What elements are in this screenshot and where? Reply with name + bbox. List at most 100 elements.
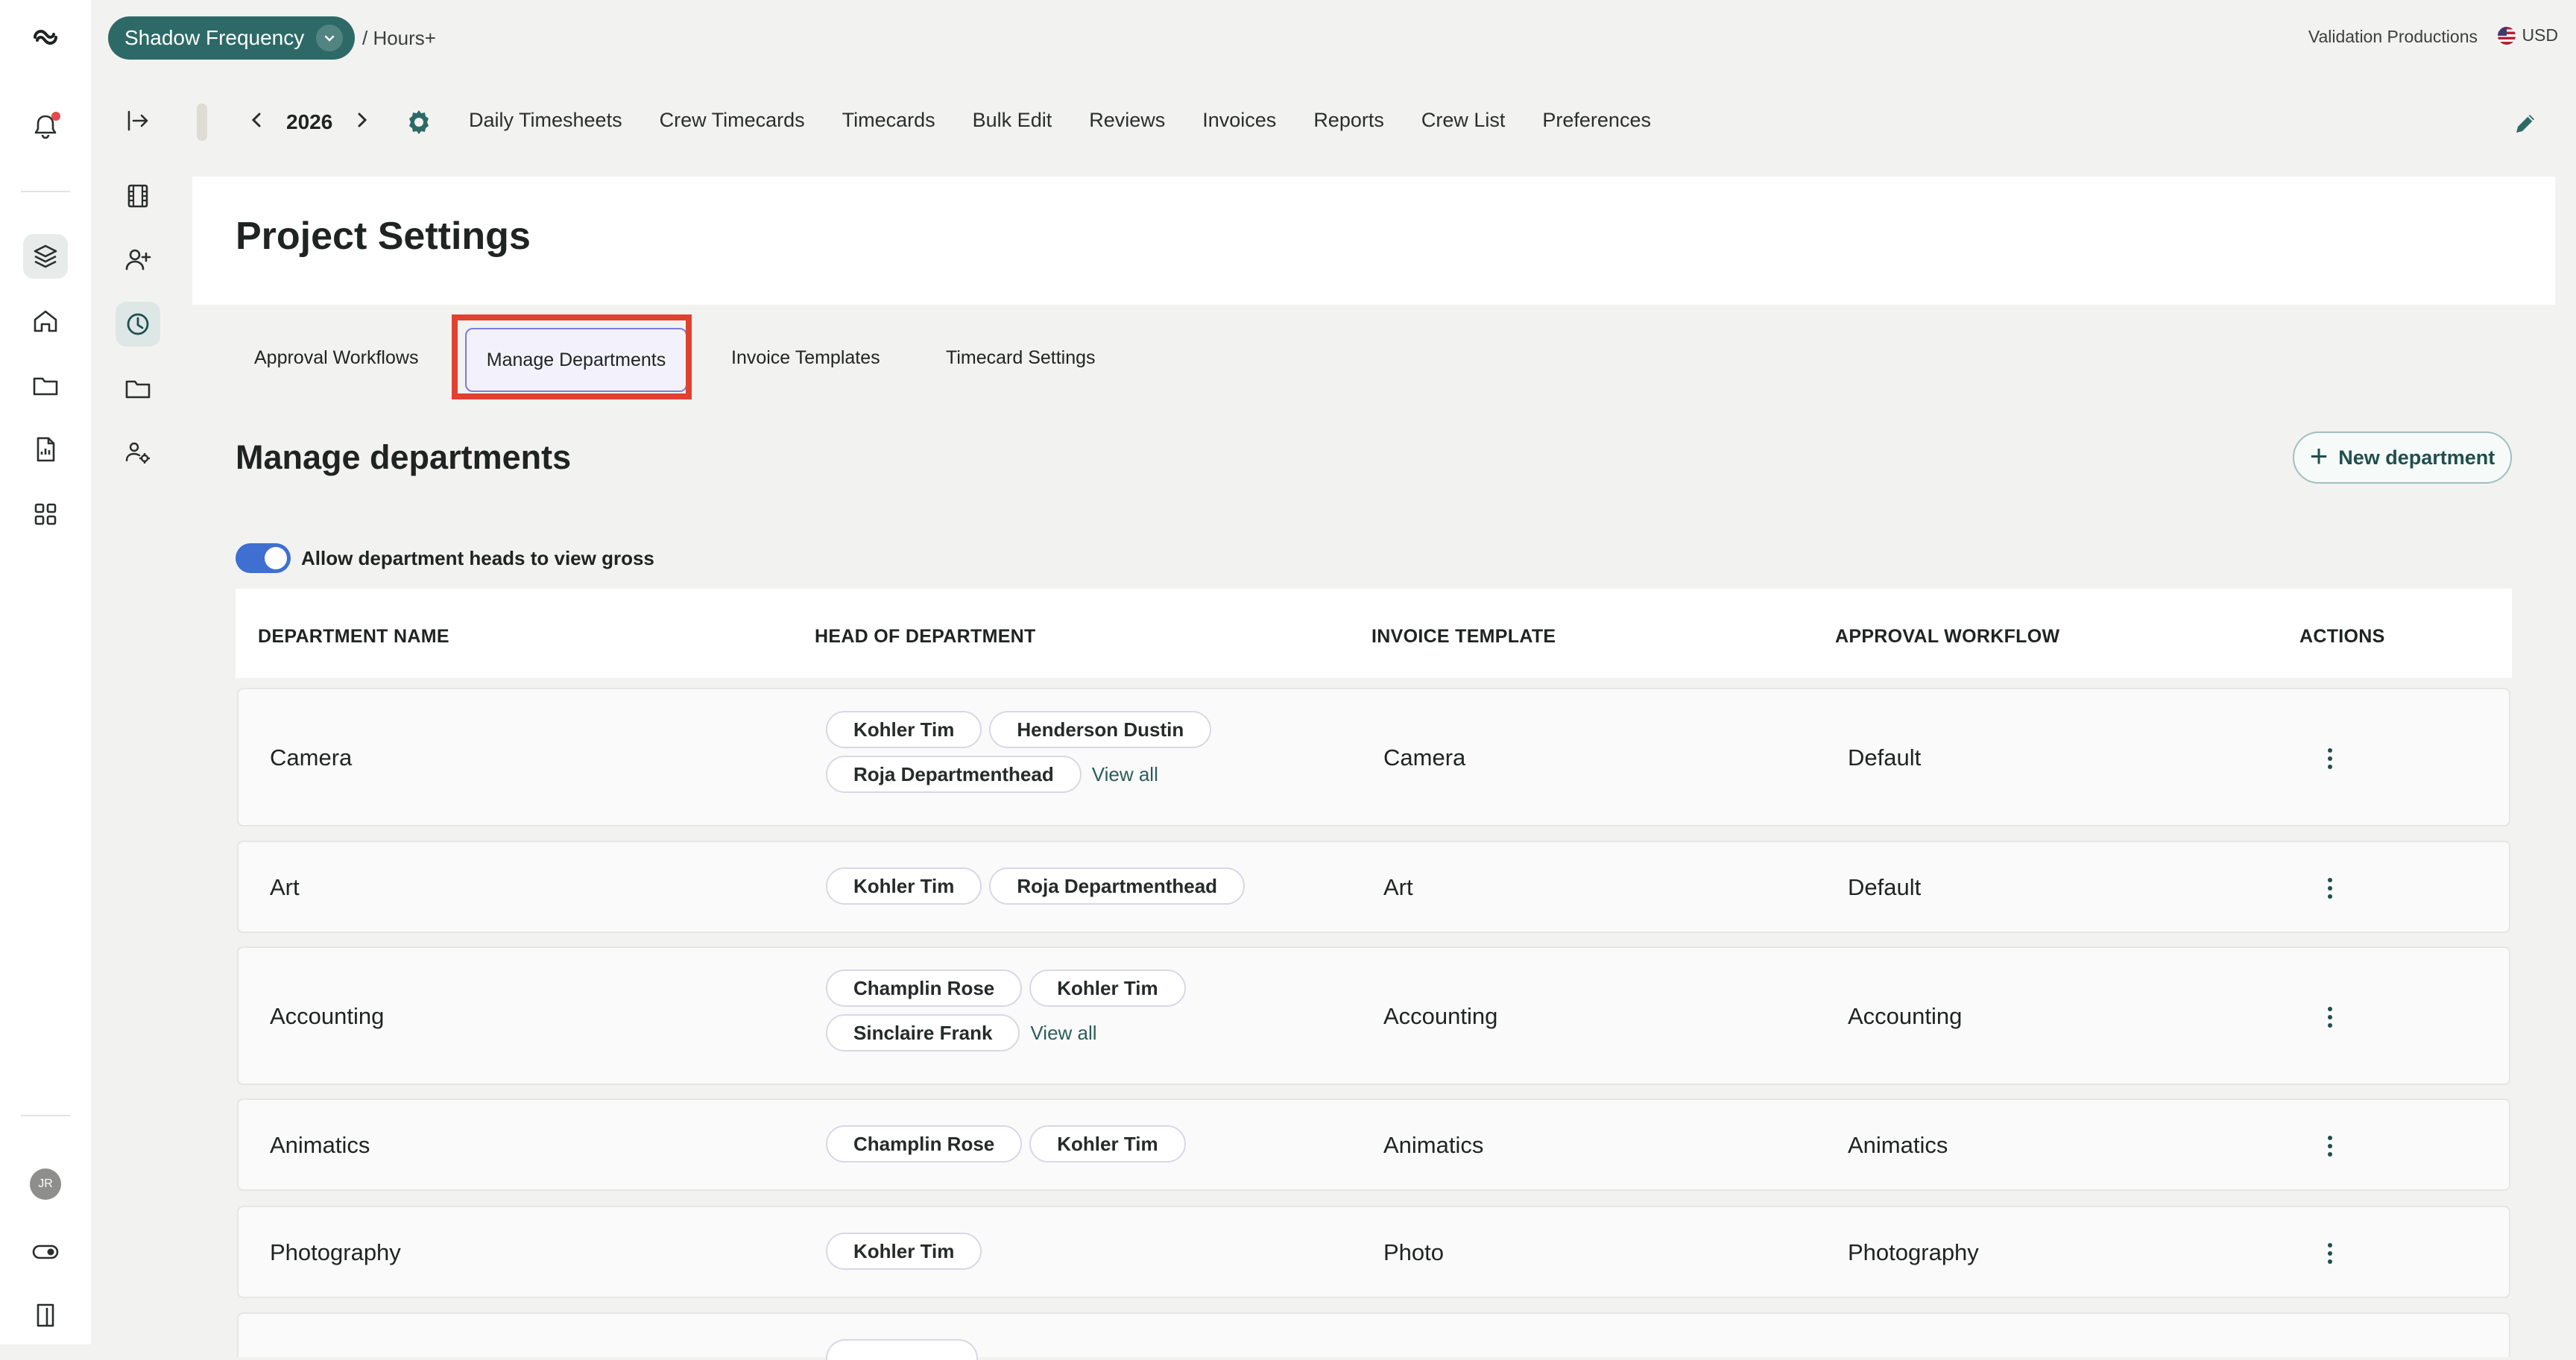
- team-settings-icon[interactable]: [116, 430, 160, 475]
- gear-icon[interactable]: [401, 104, 437, 140]
- more-actions-icon[interactable]: [2315, 873, 2345, 903]
- invoice-template: Camera: [1383, 744, 1466, 771]
- new-department-button[interactable]: + New department: [2293, 431, 2512, 484]
- nav-bulk-edit[interactable]: Bulk Edit: [973, 109, 1052, 132]
- table-row[interactable]: [237, 1312, 2510, 1360]
- section-title: Manage departments: [236, 438, 572, 476]
- invoice-template: Accounting: [1383, 1003, 1498, 1029]
- nav-reports[interactable]: Reports: [1313, 109, 1384, 132]
- head-chip: [826, 1339, 978, 1360]
- us-flag-icon: [2498, 26, 2516, 45]
- expand-sidebar-icon[interactable]: [116, 98, 160, 143]
- invoice-template: Art: [1383, 874, 1413, 900]
- drag-handle[interactable]: [197, 104, 207, 141]
- new-department-label: New department: [2338, 446, 2496, 469]
- col-approval-workflow: APPROVAL WORKFLOW: [1835, 626, 2060, 647]
- chevron-down-icon: [316, 25, 344, 51]
- head-of-department-list: Kohler Tim: [826, 1233, 1348, 1270]
- head-chip[interactable]: Roja Departmenthead: [989, 867, 1246, 905]
- folder-icon[interactable]: [116, 366, 160, 411]
- table-row[interactable]: Art Kohler Tim Roja Departmenthead Art D…: [237, 841, 2510, 933]
- more-actions-icon[interactable]: [2315, 1131, 2345, 1161]
- more-actions-icon[interactable]: [2315, 744, 2345, 774]
- department-name: Art: [270, 874, 300, 900]
- pencil-edit-icon[interactable]: [2507, 106, 2543, 142]
- view-all-link[interactable]: View all: [1092, 763, 1158, 786]
- chevron-left-icon[interactable]: [246, 110, 267, 136]
- theme-toggle-icon[interactable]: [23, 1230, 68, 1274]
- col-actions: ACTIONS: [2299, 626, 2385, 647]
- department-name: Photography: [270, 1239, 401, 1265]
- app-rail: JR: [0, 0, 91, 1344]
- project-selector[interactable]: Shadow Frequency: [108, 16, 356, 60]
- table-row[interactable]: Accounting Champlin Rose Kohler Tim Sinc…: [237, 946, 2510, 1085]
- invoice-template: Photo: [1383, 1239, 1445, 1265]
- department-name: Animatics: [270, 1132, 370, 1158]
- nav-daily-timesheets[interactable]: Daily Timesheets: [469, 109, 622, 132]
- approval-workflow: Photography: [1848, 1239, 1979, 1265]
- head-of-department-list: Kohler Tim Henderson Dustin Roja Departm…: [826, 711, 1348, 793]
- head-chip[interactable]: Champlin Rose: [826, 970, 1023, 1007]
- nav-timecards[interactable]: Timecards: [842, 109, 935, 132]
- tab-highlight-box: [452, 314, 692, 399]
- head-chip[interactable]: Kohler Tim: [1029, 970, 1186, 1007]
- nav-reviews[interactable]: Reviews: [1089, 109, 1165, 132]
- table-row[interactable]: Photography Kohler Tim Photo Photography: [237, 1206, 2510, 1298]
- folder-icon[interactable]: [23, 363, 68, 408]
- year-label: 2026: [286, 110, 333, 133]
- plus-icon: +: [2309, 438, 2329, 473]
- nav-crew-timecards[interactable]: Crew Timecards: [660, 109, 805, 132]
- nav-crew-list[interactable]: Crew List: [1421, 109, 1506, 132]
- table-header: DEPARTMENT NAME HEAD OF DEPARTMENT INVOI…: [236, 589, 2512, 678]
- layers-icon[interactable]: [23, 234, 68, 279]
- table-row[interactable]: Camera Kohler Tim Henderson Dustin Roja …: [237, 688, 2510, 826]
- head-chip[interactable]: Sinclaire Frank: [826, 1014, 1020, 1051]
- head-chip[interactable]: Kohler Tim: [826, 1233, 982, 1270]
- approval-workflow: Default: [1848, 744, 1922, 771]
- head-chip[interactable]: Kohler Tim: [826, 867, 982, 905]
- film-icon[interactable]: [116, 174, 160, 218]
- approval-workflow: Animatics: [1848, 1132, 1948, 1158]
- table-row[interactable]: Animatics Champlin Rose Kohler Tim Anima…: [237, 1098, 2510, 1191]
- page-title: Project Settings: [236, 215, 531, 258]
- department-name: Camera: [270, 744, 353, 771]
- document-report-icon[interactable]: [23, 427, 68, 472]
- clock-icon[interactable]: [116, 302, 160, 347]
- user-avatar[interactable]: JR: [30, 1168, 61, 1200]
- head-chip[interactable]: Kohler Tim: [826, 711, 982, 748]
- col-department-name: DEPARTMENT NAME: [258, 626, 449, 647]
- currency-indicator[interactable]: USD: [2498, 25, 2558, 45]
- app-logo-icon[interactable]: [23, 15, 68, 60]
- add-user-icon[interactable]: [116, 237, 160, 282]
- breadcrumb[interactable]: / Hours+: [362, 27, 436, 50]
- nav-preferences[interactable]: Preferences: [1542, 109, 1651, 132]
- view-gross-toggle[interactable]: [236, 543, 291, 573]
- tab-approval-workflows[interactable]: Approval Workflows: [254, 344, 418, 372]
- company-name: Validation Productions: [2308, 27, 2478, 46]
- tab-invoice-templates[interactable]: Invoice Templates: [731, 344, 880, 372]
- approval-workflow: Default: [1848, 874, 1922, 900]
- apps-grid-icon[interactable]: [23, 492, 68, 537]
- logout-door-icon[interactable]: [23, 1293, 68, 1338]
- more-actions-icon[interactable]: [2315, 1002, 2345, 1032]
- head-chip[interactable]: Roja Departmenthead: [826, 756, 1082, 793]
- tab-timecard-settings[interactable]: Timecard Settings: [946, 344, 1096, 372]
- approval-workflow: Accounting: [1848, 1003, 1963, 1029]
- year-navigator: 2026: [246, 104, 373, 140]
- nav-invoices[interactable]: Invoices: [1202, 109, 1276, 132]
- head-of-department-list: Champlin Rose Kohler Tim: [826, 1125, 1348, 1163]
- notifications-bell-icon[interactable]: [23, 104, 68, 149]
- head-chip[interactable]: Champlin Rose: [826, 1125, 1023, 1163]
- head-of-department-list: Champlin Rose Kohler Tim Sinclaire Frank…: [826, 970, 1348, 1051]
- home-icon[interactable]: [23, 299, 68, 344]
- head-of-department-list: Kohler Tim Roja Departmenthead: [826, 867, 1348, 905]
- notification-dot: [51, 112, 60, 121]
- main-nav: Daily Timesheets Crew Timecards Timecard…: [469, 109, 1651, 132]
- chevron-right-icon[interactable]: [352, 110, 373, 136]
- more-actions-icon[interactable]: [2315, 1239, 2345, 1268]
- view-all-link[interactable]: View all: [1030, 1022, 1096, 1045]
- head-chip[interactable]: Kohler Tim: [1029, 1125, 1186, 1163]
- view-gross-label: Allow department heads to view gross: [301, 547, 654, 569]
- head-chip[interactable]: Henderson Dustin: [989, 711, 1212, 748]
- toggle-knob: [265, 547, 287, 569]
